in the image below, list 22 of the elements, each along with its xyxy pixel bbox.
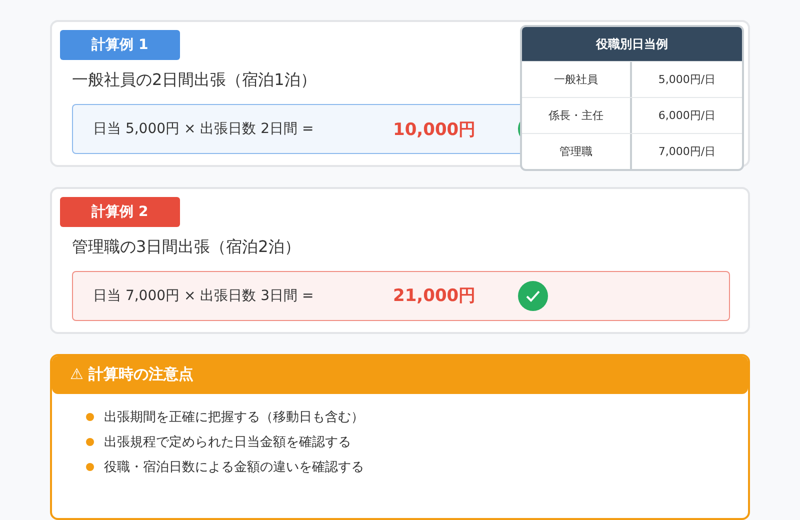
- formula-text: 日当 7,000円 × 出張日数 3日間 =: [93, 286, 315, 305]
- table-cell-text: 7,000円/日: [657, 144, 717, 160]
- note-text: 出張期間を正確に把握する（移動日も含む）: [104, 408, 364, 426]
- example-badge: 計算例 1: [60, 30, 180, 60]
- table-cell: 係長・主任: [522, 98, 632, 133]
- result-amount: 10,000円: [393, 118, 477, 140]
- note-text: 役職・宿泊日数による金額の違いを確認する: [104, 458, 364, 476]
- notes-header: ⚠ 計算時の注意点: [52, 356, 748, 394]
- note-text: 出張規程で定められた日当金額を確認する: [104, 434, 351, 451]
- bullet-icon: [86, 438, 94, 446]
- example-title: 一般社員の2日間出張（宿泊1泊）: [72, 70, 316, 91]
- bullet-icon: [86, 412, 94, 421]
- table-cell: 一般社員: [522, 62, 632, 97]
- table-cell: 管理職: [522, 134, 632, 169]
- table-cell-text: 6,000円/日: [657, 108, 717, 124]
- result-amount: 21,000円: [393, 285, 477, 308]
- formula-text: 日当 5,000円 × 出張日数 2日間 =: [93, 120, 315, 138]
- example-title: 管理職の3日間出張（宿泊2泊）: [72, 236, 300, 258]
- example-badge: 計算例 2: [60, 196, 180, 227]
- table-cell-text: 5,000円/日: [657, 72, 717, 88]
- table-header: 役職別日当例: [522, 27, 742, 61]
- bullet-icon: [86, 462, 94, 471]
